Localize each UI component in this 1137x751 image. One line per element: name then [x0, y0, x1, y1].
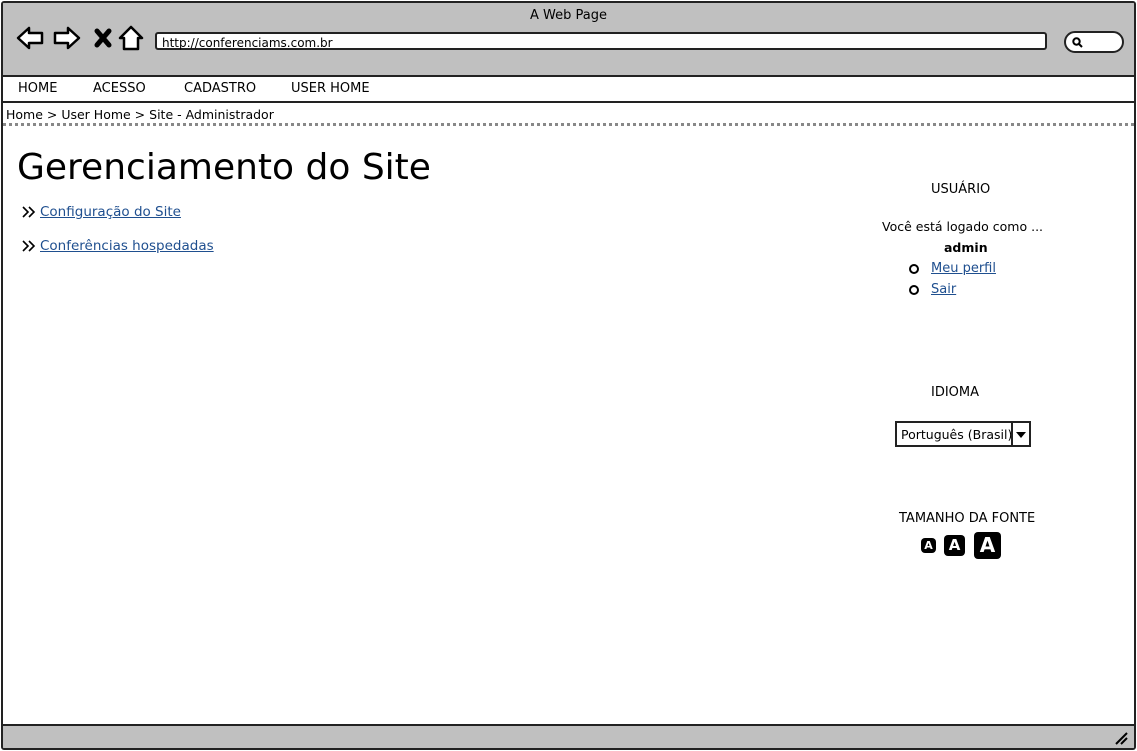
chevron-down-icon[interactable] — [1011, 423, 1029, 445]
language-heading: IDIOMA — [931, 385, 980, 400]
back-icon[interactable] — [15, 23, 45, 53]
font-small-button[interactable]: A — [921, 538, 936, 553]
double-chevron-right-icon — [22, 206, 36, 218]
username: admin — [944, 240, 988, 255]
hosted-conferences-link[interactable]: Conferências hospedadas — [40, 238, 214, 254]
resize-grip-icon[interactable] — [1114, 731, 1128, 745]
menu-item-cadastro[interactable]: CADASTRO — [184, 81, 256, 96]
language-select-value: Português (Brasil) — [901, 427, 1013, 442]
browser-window: A Web Page http://conferenciams.com.br H… — [1, 1, 1136, 750]
menu-bar: HOME ACESSO CADASTRO USER HOME — [3, 77, 1134, 103]
list-item: Sair — [909, 282, 956, 297]
logged-in-text: Você está logado como ... — [882, 219, 1044, 234]
language-select[interactable]: Português (Brasil) — [895, 421, 1031, 447]
font-size-heading: TAMANHO DA FONTE — [899, 511, 1036, 526]
bullet-icon — [909, 263, 919, 274]
font-medium-button[interactable]: A — [944, 535, 965, 556]
menu-item-acesso[interactable]: ACESSO — [93, 81, 146, 96]
bullet-icon — [909, 284, 919, 295]
list-item: Meu perfil — [909, 261, 996, 276]
user-heading: USUÁRIO — [931, 182, 991, 197]
my-profile-link[interactable]: Meu perfil — [931, 261, 996, 276]
browser-chrome: A Web Page http://conferenciams.com.br — [3, 3, 1134, 77]
window-title: A Web Page — [530, 8, 607, 23]
search-icon — [1072, 37, 1083, 48]
menu-item-home[interactable]: HOME — [18, 81, 57, 96]
font-large-button[interactable]: A — [974, 532, 1001, 559]
search-box[interactable] — [1064, 31, 1124, 53]
breadcrumb[interactable]: Home > User Home > Site - Administrador — [6, 107, 274, 122]
list-item: Configuração do Site — [21, 204, 181, 220]
site-config-link[interactable]: Configuração do Site — [40, 204, 181, 220]
divider — [3, 123, 1134, 126]
logout-link[interactable]: Sair — [931, 282, 956, 297]
status-bar — [3, 724, 1134, 748]
home-icon[interactable] — [116, 23, 146, 53]
menu-item-user-home[interactable]: USER HOME — [291, 81, 370, 96]
double-chevron-right-icon — [22, 240, 36, 252]
address-bar[interactable]: http://conferenciams.com.br — [155, 32, 1047, 50]
forward-icon[interactable] — [52, 23, 82, 53]
page-title: Gerenciamento do Site — [17, 147, 431, 188]
list-item: Conferências hospedadas — [21, 238, 214, 254]
